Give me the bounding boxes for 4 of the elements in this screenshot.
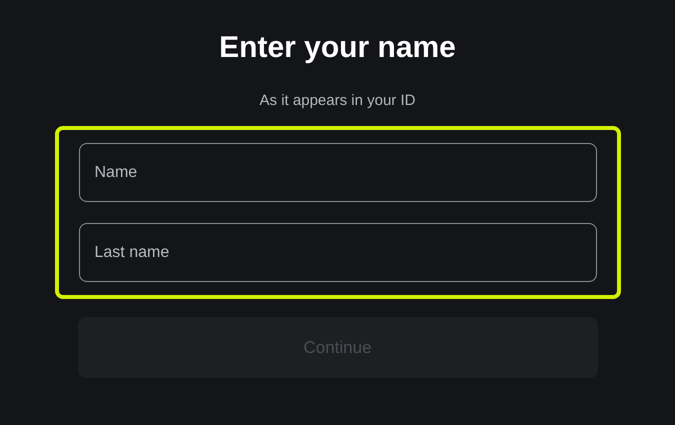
subtitle: As it appears in your ID	[260, 92, 416, 110]
page-title: Enter your name	[219, 30, 456, 66]
text-field[interactable]: Name	[78, 143, 596, 202]
text-field[interactable]: Last name	[78, 223, 596, 282]
